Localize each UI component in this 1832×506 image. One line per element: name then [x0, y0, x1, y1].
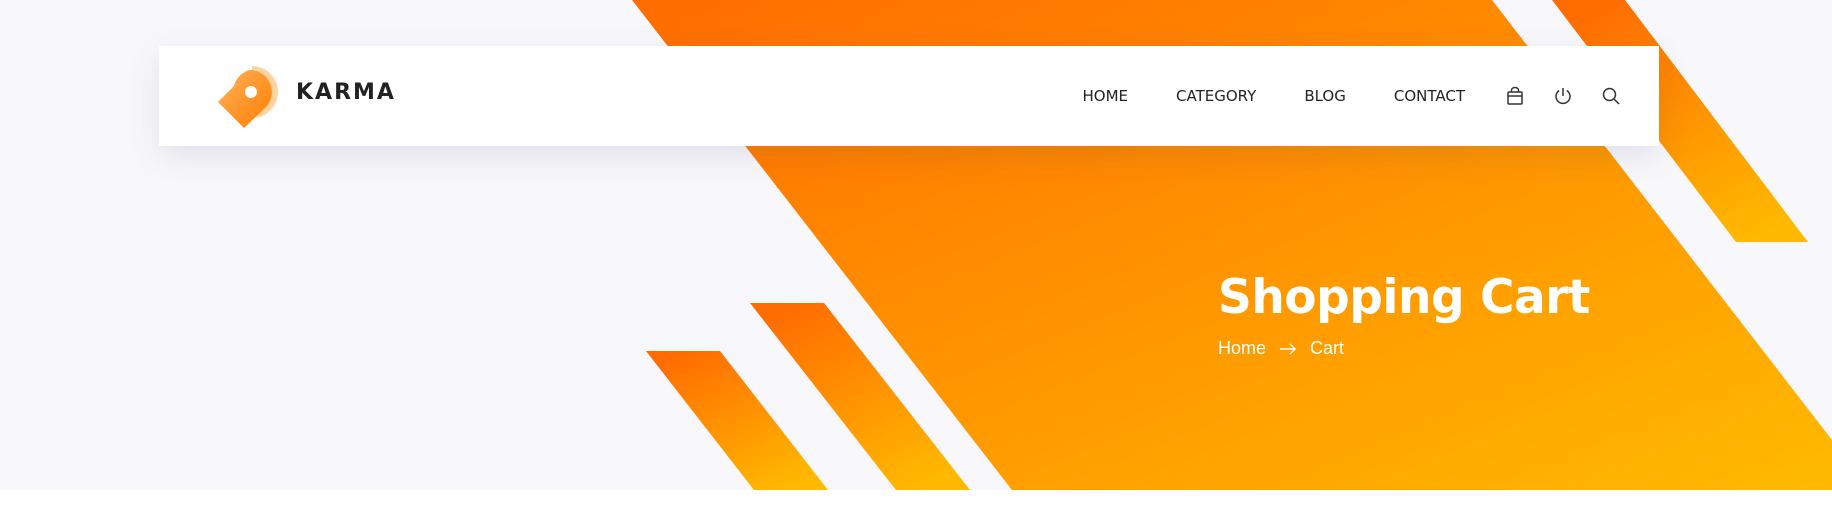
page-title: Shopping Cart: [1218, 270, 1590, 325]
site-header: KARMA HOME CATEGORY BLOG CONTACT: [159, 46, 1659, 146]
main-nav: HOME CATEGORY BLOG CONTACT: [1083, 46, 1659, 146]
nav-category[interactable]: CATEGORY: [1176, 87, 1256, 105]
arrow-right-icon: [1279, 342, 1297, 355]
banner-stripe-lower-left: [646, 351, 828, 490]
breadcrumb-current: Cart: [1310, 338, 1345, 358]
search-icon[interactable]: [1599, 84, 1623, 108]
shopping-bag-icon[interactable]: [1503, 84, 1527, 108]
nav-blog[interactable]: BLOG: [1304, 87, 1346, 105]
power-icon[interactable]: [1551, 84, 1575, 108]
breadcrumb: Home Cart: [1218, 338, 1344, 359]
nav-home[interactable]: HOME: [1083, 87, 1129, 105]
brand-name[interactable]: KARMA: [296, 80, 396, 106]
breadcrumb-home-link[interactable]: Home: [1218, 338, 1266, 359]
brand-logo-icon[interactable]: [214, 64, 280, 130]
nav-contact[interactable]: CONTACT: [1394, 87, 1465, 105]
